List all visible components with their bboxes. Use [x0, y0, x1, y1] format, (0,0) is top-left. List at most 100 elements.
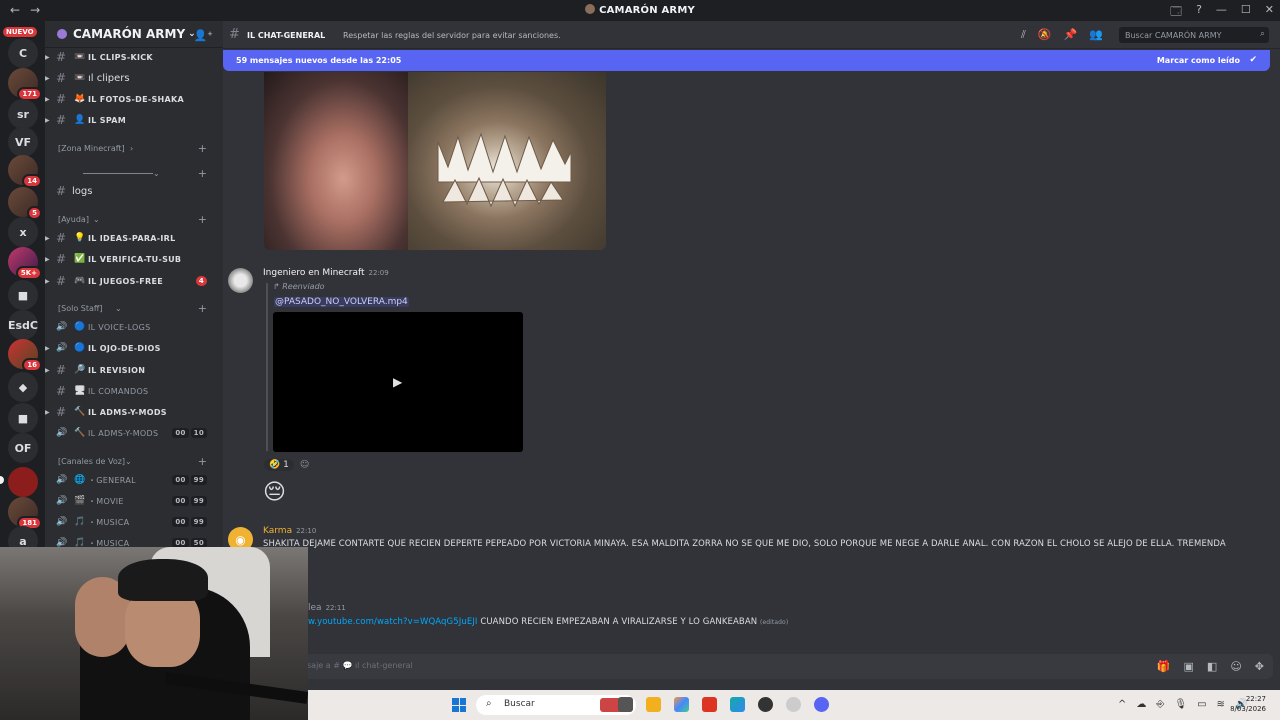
server-icon[interactable]: VF	[8, 127, 38, 157]
usb-icon[interactable]: ⎆	[1156, 699, 1164, 710]
file-explorer-icon[interactable]	[646, 697, 661, 712]
display-icon[interactable]: ▭	[1197, 699, 1206, 710]
channel-item[interactable]: ▶ # 🎮 ıl juegos-free 4	[45, 271, 223, 291]
channel-item[interactable]: 🔊 🎬 ・movie 00 99	[45, 491, 223, 511]
edge-browser-icon[interactable]	[730, 697, 745, 712]
onedrive-icon[interactable]: ☁	[1136, 699, 1146, 710]
expand-arrow-icon[interactable]: ▶	[45, 235, 50, 242]
channel-item[interactable]: 🔊 🎵 ・musica 00 99	[45, 512, 223, 532]
message-author[interactable]: Ingeniero en Minecraft 22:09	[263, 268, 389, 278]
copilot-icon[interactable]	[674, 697, 689, 712]
gif-icon[interactable]: ▣	[1184, 660, 1194, 673]
server-header[interactable]: CAMARÓN ARMY ⌄ 👤⁺	[45, 21, 223, 48]
invite-people-icon[interactable]: 👤⁺	[193, 29, 213, 42]
mute-bell-icon[interactable]: 🔕	[1038, 28, 1052, 42]
members-icon[interactable]: 👥	[1089, 28, 1103, 42]
server-icon[interactable]: 5	[8, 187, 42, 220]
new-messages-bar[interactable]: 59 mensajes nuevos desde las 22:05 Marca…	[223, 50, 1270, 71]
author-name[interactable]: Ingeniero en Minecraft	[263, 268, 365, 278]
search-input[interactable]: Buscar CAMARÓN ARMY ⌕	[1119, 27, 1269, 43]
server-icon[interactable]: 5K+	[8, 247, 42, 280]
channel-item[interactable]: ▶ # 🦊 ıl fotos-de-shaka	[45, 89, 223, 109]
server-icon[interactable]: ◆	[8, 372, 38, 402]
author-name[interactable]: lea	[308, 603, 322, 613]
server-icon[interactable]: ■	[8, 403, 38, 433]
server-icon[interactable]: 171	[8, 68, 42, 101]
microphone-icon[interactable]: 🎙	[1174, 699, 1187, 710]
sticker-icon[interactable]: ◧	[1207, 660, 1217, 673]
expand-arrow-icon[interactable]: ▶	[45, 54, 50, 61]
gift-icon[interactable]: 🎁	[1157, 660, 1171, 673]
expand-arrow-icon[interactable]: ▶	[45, 367, 50, 374]
server-icon[interactable]: C	[8, 38, 38, 68]
author-name[interactable]: Karma	[263, 526, 292, 536]
channel-item[interactable]: ▶ # 🔎 ıl revision	[45, 360, 223, 380]
server-icon[interactable]: x	[8, 217, 38, 247]
clock[interactable]: 22:27 8/03/2026	[1230, 694, 1266, 714]
channel-item[interactable]: ▶ 🔊 🔵 ıl ojo-de-dios	[45, 338, 223, 358]
expand-arrow-icon[interactable]: ▶	[45, 256, 50, 263]
category-header[interactable]: [Zona Minecraft] › +	[45, 140, 223, 156]
category-header[interactable]: [Solo Staff] ⌄ +	[45, 300, 223, 316]
add-channel-icon[interactable]: +	[198, 302, 207, 315]
channel-item[interactable]: ▶ # 📼 ıl clips-kick	[45, 47, 223, 67]
expand-arrow-icon[interactable]: ▶	[45, 278, 50, 285]
channel-item[interactable]: # 🖥 ıl comandos	[45, 381, 223, 401]
add-channel-icon[interactable]: +	[198, 213, 207, 226]
minimize-button[interactable]: —	[1216, 3, 1227, 22]
maximize-button[interactable]: ☐	[1241, 3, 1251, 22]
channel-item[interactable]: 🔊 🔨 ıl adms-y-mods 00 10	[45, 423, 223, 443]
add-channel-icon[interactable]: +	[198, 167, 207, 180]
mark-read-button[interactable]: Marcar como leído	[1157, 56, 1240, 65]
add-channel-icon[interactable]: +	[198, 455, 207, 468]
meme-image-attachment[interactable]	[264, 72, 606, 250]
youtube-link[interactable]: w.youtube.com/watch?v=WQAqG5JuEJI	[308, 617, 478, 627]
expand-arrow-icon[interactable]: ▶	[45, 96, 50, 103]
wps-office-icon[interactable]	[702, 697, 717, 712]
channel-item[interactable]: ▶ # 🔨 ıl adms-y-mods	[45, 402, 223, 422]
app-icon[interactable]	[786, 697, 801, 712]
emoji-picker-icon[interactable]: ☺	[1230, 660, 1241, 673]
windows-start-icon[interactable]	[452, 698, 466, 712]
server-icon[interactable]: EsdC	[8, 310, 38, 340]
expand-arrow-icon[interactable]: ▶	[45, 117, 50, 124]
channel-item[interactable]: ▶ # 👤 ıl spam	[45, 110, 223, 130]
play-icon[interactable]: ▶	[393, 375, 402, 389]
add-reaction-icon[interactable]: ☺	[300, 460, 309, 470]
video-player[interactable]: ▶	[273, 312, 523, 452]
channel-item-logs[interactable]: # logs	[45, 181, 223, 201]
channel-item[interactable]: ▶ # 💡 ıl ideas-para-irl	[45, 228, 223, 248]
channel-item[interactable]: 🔊 🔵 ıl voice-logs	[45, 317, 223, 337]
wifi-icon[interactable]: ≋	[1217, 699, 1225, 710]
server-icon[interactable]: ■	[8, 280, 38, 310]
channel-item[interactable]: 🔊 🌐 ・general 00 99	[45, 470, 223, 490]
category-header[interactable]: ⌄ +	[45, 165, 223, 181]
channel-item[interactable]: ▶ # ✅ ıl verifica-tu-sub	[45, 249, 223, 269]
discord-icon[interactable]	[814, 697, 829, 712]
expand-arrow-icon[interactable]: ▶	[45, 409, 50, 416]
category-header[interactable]: [Canales de Voz] ⌄ +	[45, 453, 223, 469]
chevron-up-icon[interactable]: ^	[1118, 699, 1126, 710]
expand-arrow-icon[interactable]: ▶	[45, 75, 50, 82]
message-author[interactable]: lea 22:11	[308, 603, 346, 613]
reaction-chip[interactable]: 🤣 1	[264, 459, 294, 471]
apps-icon[interactable]: ✥	[1255, 660, 1264, 673]
obs-icon[interactable]	[758, 697, 773, 712]
pin-icon[interactable]: 📌	[1064, 28, 1078, 42]
server-icon[interactable]	[8, 467, 38, 497]
video-file-name[interactable]: @PASADO_NO_VOLVERA.mp4	[274, 297, 409, 307]
help-icon[interactable]: ?	[1196, 3, 1202, 22]
message-author[interactable]: Karma 22:10	[263, 526, 316, 536]
close-button[interactable]: ✕	[1265, 3, 1274, 22]
threads-icon[interactable]: ⫽	[1021, 28, 1026, 42]
task-view-icon[interactable]	[618, 697, 633, 712]
avatar[interactable]	[228, 268, 253, 293]
server-icon[interactable]: 16	[8, 339, 42, 372]
category-header[interactable]: [Ayuda] ⌄ +	[45, 211, 223, 227]
server-icon[interactable]: 14	[8, 155, 42, 188]
server-icon[interactable]: sr	[8, 99, 38, 129]
mark-read-icon[interactable]: ✔	[1249, 55, 1257, 65]
channel-item[interactable]: ▶ # 📼 ıl clipers	[45, 68, 223, 88]
new-messages-text[interactable]: 59 mensajes nuevos desde las 22:05	[236, 56, 401, 65]
expand-arrow-icon[interactable]: ▶	[45, 345, 50, 352]
